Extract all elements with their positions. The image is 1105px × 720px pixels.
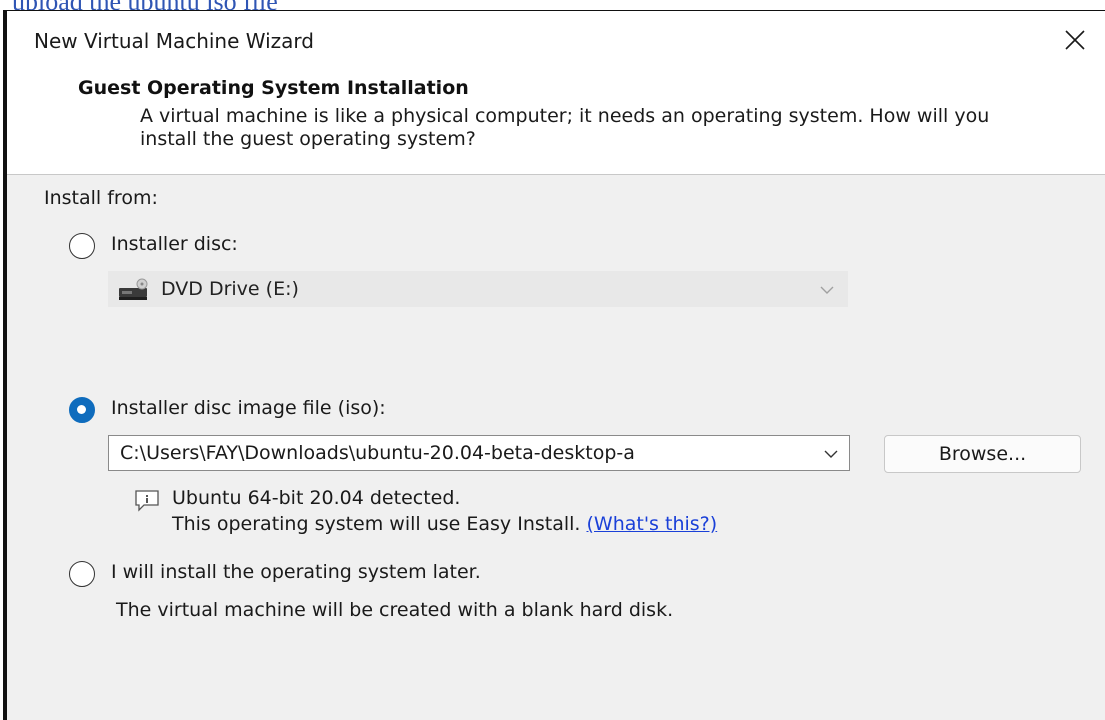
chevron-down-icon: [820, 286, 834, 294]
installer-disc-radio[interactable]: [69, 233, 95, 259]
installer-disc-label[interactable]: Installer disc:: [111, 233, 238, 255]
install-from-label: Install from:: [44, 187, 158, 209]
title-bar: New Virtual Machine Wizard: [7, 11, 1105, 69]
header-title: Guest Operating System Installation: [78, 77, 469, 99]
iso-path-combobox[interactable]: C:\Users\FAY\Downloads\ubuntu-20.04-beta…: [108, 435, 850, 471]
easy-install-text: This operating system will use Easy Inst…: [172, 513, 717, 535]
window-title: New Virtual Machine Wizard: [34, 29, 314, 53]
iso-image-label[interactable]: Installer disc image file (iso):: [111, 397, 386, 419]
iso-path-value: C:\Users\FAY\Downloads\ubuntu-20.04-beta…: [120, 442, 635, 464]
wizard-window: New Virtual Machine Wizard Guest Operati…: [3, 10, 1105, 720]
install-later-label[interactable]: I will install the operating system late…: [111, 561, 481, 583]
header-description: A virtual machine is like a physical com…: [140, 105, 990, 150]
close-icon: [1065, 30, 1085, 50]
iso-image-radio[interactable]: [69, 397, 95, 423]
dvd-drive-icon: [117, 278, 151, 306]
easy-install-message: This operating system will use Easy Inst…: [172, 513, 581, 535]
browse-button-label: Browse...: [938, 443, 1027, 465]
close-button[interactable]: [1045, 11, 1105, 69]
install-later-radio[interactable]: [69, 561, 95, 587]
chevron-down-icon: [824, 450, 838, 458]
detected-os-text: Ubuntu 64-bit 20.04 detected.: [172, 487, 461, 509]
browse-button[interactable]: Browse...: [884, 435, 1081, 473]
blank-disk-note: The virtual machine will be created with…: [116, 599, 674, 621]
wizard-header: Guest Operating System Installation A vi…: [7, 69, 1105, 175]
dvd-drive-value: DVD Drive (E:): [161, 278, 299, 300]
whats-this-link[interactable]: (What's this?): [587, 513, 718, 535]
dvd-drive-select[interactable]: DVD Drive (E:): [108, 271, 848, 307]
info-icon: [134, 489, 162, 517]
